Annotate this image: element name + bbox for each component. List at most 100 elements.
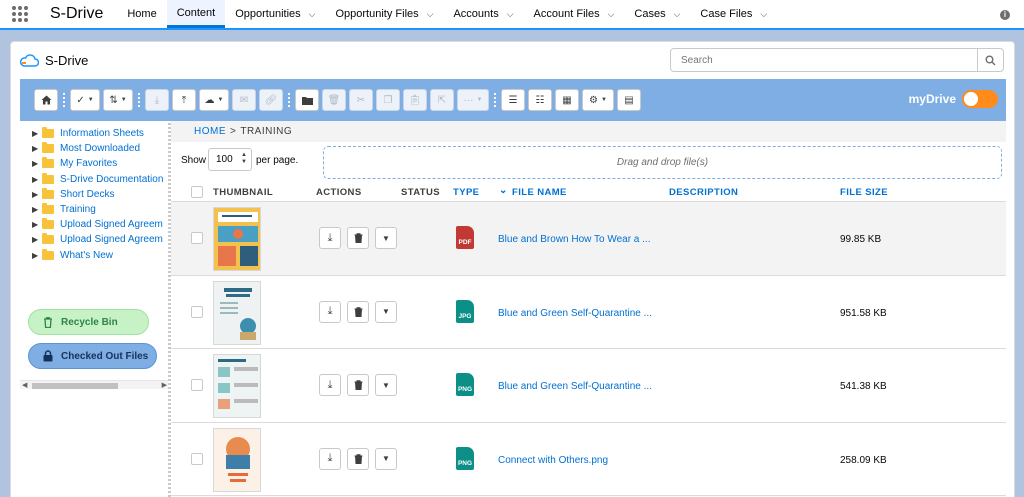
chevron-down-icon[interactable]: ⌵ bbox=[507, 9, 514, 20]
download-button[interactable]: ⤓ bbox=[145, 89, 169, 111]
table-row[interactable]: ⤓ ▼ PNG Connect with Others.png 258.09 KB bbox=[171, 423, 1006, 496]
row-more-menu-button[interactable]: ▼ bbox=[375, 374, 397, 396]
folder-tree-item[interactable]: ▶ What's New bbox=[20, 248, 168, 263]
folder-tree-item[interactable]: ▶ Short Decks bbox=[20, 187, 168, 202]
recycle-bin-button[interactable]: Recycle Bin bbox=[28, 309, 149, 335]
scrollbar-thumb[interactable] bbox=[32, 383, 118, 389]
nav-item-case-files[interactable]: Case Files ⌵ bbox=[690, 0, 777, 28]
more-actions-button[interactable]: ··· ▼ bbox=[457, 89, 489, 111]
page-size-stepper[interactable]: 100 ▲ ▼ bbox=[208, 148, 252, 171]
details-panel-button[interactable]: ▤ bbox=[617, 89, 641, 111]
settings-menu-button[interactable]: ⚙ ▼ bbox=[582, 89, 614, 111]
nav-item-opportunity-files[interactable]: Opportunity Files ⌵ bbox=[325, 0, 443, 28]
chevron-down-icon[interactable]: ⌵ bbox=[309, 9, 316, 20]
info-icon[interactable]: i bbox=[1000, 10, 1010, 20]
file-thumbnail[interactable] bbox=[213, 427, 261, 492]
cut-button[interactable]: ✂ bbox=[349, 89, 373, 111]
folder-tree-item[interactable]: ▶ Training bbox=[20, 202, 168, 217]
search-button[interactable] bbox=[977, 49, 1003, 71]
file-thumbnail[interactable] bbox=[213, 280, 261, 345]
nav-item-content[interactable]: Content bbox=[166, 0, 226, 28]
home-button[interactable] bbox=[34, 89, 58, 111]
row-download-button[interactable]: ⤓ bbox=[319, 227, 341, 249]
chevron-down-icon[interactable]: ⌵ bbox=[608, 9, 615, 20]
table-row[interactable]: ⤓ ▼ PNG Blue and Green Self-Quarantine ... 5… bbox=[171, 349, 1006, 423]
row-checkbox[interactable] bbox=[191, 232, 203, 244]
delete-button[interactable]: 🗑︎ bbox=[322, 89, 346, 111]
copy-button[interactable]: ❐ bbox=[376, 89, 400, 111]
file-name-link[interactable]: Connect with Others.png bbox=[498, 455, 608, 466]
file-thumbnail[interactable] bbox=[213, 354, 261, 418]
col-type[interactable]: TYPE bbox=[453, 187, 479, 198]
email-button[interactable]: ✉ bbox=[232, 89, 256, 111]
nav-item-opportunities[interactable]: Opportunities ⌵ bbox=[225, 0, 325, 28]
row-more-menu-button[interactable]: ▼ bbox=[375, 300, 397, 323]
row-more-menu-button[interactable]: ▼ bbox=[375, 227, 397, 249]
sidebar-horizontal-scrollbar[interactable]: ◀ ▶ bbox=[20, 380, 168, 389]
paste-button[interactable]: 📋︎ bbox=[403, 89, 427, 111]
file-name-link[interactable]: Blue and Green Self-Quarantine ... bbox=[498, 308, 652, 319]
folder-tree-item[interactable]: ▶ Information Sheets bbox=[20, 126, 168, 141]
search-input[interactable] bbox=[671, 54, 977, 66]
folder-tree-item[interactable]: ▶ S-Drive Documentation bbox=[20, 172, 168, 187]
link-button[interactable]: 🔗︎ bbox=[259, 89, 283, 111]
row-delete-button[interactable] bbox=[347, 374, 369, 396]
select-menu-button[interactable]: ✓ ▼ bbox=[70, 89, 100, 111]
grid-view-button[interactable]: ▦ bbox=[555, 89, 579, 111]
mydrive-toggle[interactable] bbox=[962, 90, 998, 108]
breadcrumb-home-link[interactable]: HOME bbox=[194, 126, 226, 137]
row-delete-button[interactable] bbox=[347, 447, 369, 470]
sort-menu-button[interactable]: ⇅ ▼ bbox=[103, 89, 133, 111]
row-delete-button[interactable] bbox=[347, 227, 369, 249]
nav-item-cases[interactable]: Cases ⌵ bbox=[624, 0, 690, 28]
table-row[interactable]: ⤓ ▼ JPG Blue and Green Self-Quarantine ... 9… bbox=[171, 276, 1006, 349]
expand-arrow-icon[interactable]: ▶ bbox=[32, 175, 42, 184]
file-name-link[interactable]: Blue and Brown How To Wear a ... bbox=[498, 234, 651, 245]
row-checkbox[interactable] bbox=[191, 305, 203, 318]
cloud-upload-menu-button[interactable]: ☁ ▼ bbox=[199, 89, 229, 111]
expand-arrow-icon[interactable]: ▶ bbox=[32, 190, 42, 199]
col-file-size[interactable]: FILE SIZE bbox=[840, 187, 888, 198]
folder-tree-item[interactable]: ▶ Upload Signed Agreem bbox=[20, 217, 168, 232]
chevron-down-icon[interactable]: ⌵ bbox=[760, 9, 767, 20]
new-folder-button[interactable] bbox=[295, 89, 319, 111]
list-view-button[interactable]: ☰ bbox=[501, 89, 525, 111]
row-download-button[interactable]: ⤓ bbox=[319, 300, 341, 323]
expand-arrow-icon[interactable]: ▶ bbox=[32, 129, 42, 138]
expand-arrow-icon[interactable]: ▶ bbox=[32, 159, 42, 168]
app-launcher-icon[interactable] bbox=[0, 0, 40, 28]
folder-tree-item[interactable]: ▶ My Favorites bbox=[20, 156, 168, 171]
col-file-name[interactable]: FILE NAME bbox=[512, 187, 567, 198]
chevron-down-icon[interactable]: ⌵ bbox=[427, 9, 434, 20]
checked-out-files-button[interactable]: Checked Out Files bbox=[28, 343, 157, 369]
nav-item-home[interactable]: Home bbox=[117, 0, 166, 28]
expand-arrow-icon[interactable]: ▶ bbox=[32, 220, 42, 229]
col-description[interactable]: DESCRIPTION bbox=[669, 187, 738, 198]
stepper-arrows-icon[interactable]: ▲ ▼ bbox=[241, 152, 247, 166]
select-all-checkbox[interactable] bbox=[191, 186, 203, 198]
file-name-link[interactable]: Blue and Green Self-Quarantine ... bbox=[498, 381, 652, 392]
upload-button[interactable]: ⤒ bbox=[172, 89, 196, 111]
expand-arrow-icon[interactable]: ▶ bbox=[32, 235, 42, 244]
row-checkbox[interactable] bbox=[191, 379, 203, 391]
expand-arrow-icon[interactable]: ▶ bbox=[32, 251, 42, 260]
chevron-down-icon[interactable]: ⌵ bbox=[674, 9, 681, 20]
folder-tree-item[interactable]: ▶ Most Downloaded bbox=[20, 141, 168, 156]
row-checkbox[interactable] bbox=[191, 452, 203, 465]
file-dropzone[interactable]: Drag and drop file(s) bbox=[323, 146, 1002, 179]
sort-desc-chevron-icon[interactable]: ⌄ bbox=[499, 185, 508, 196]
row-download-button[interactable]: ⤓ bbox=[319, 447, 341, 470]
scroll-right-arrow-icon[interactable]: ▶ bbox=[162, 381, 167, 389]
detail-view-button[interactable]: ☷ bbox=[528, 89, 552, 111]
folder-tree-item[interactable]: ▶ Upload Signed Agreem bbox=[20, 232, 168, 247]
row-more-menu-button[interactable]: ▼ bbox=[375, 447, 397, 470]
nav-item-account-files[interactable]: Account Files ⌵ bbox=[524, 0, 625, 28]
expand-arrow-icon[interactable]: ▶ bbox=[32, 144, 42, 153]
expand-arrow-icon[interactable]: ▶ bbox=[32, 205, 42, 214]
nav-item-accounts[interactable]: Accounts ⌵ bbox=[443, 0, 523, 28]
row-delete-button[interactable] bbox=[347, 300, 369, 323]
table-row[interactable]: ⤓ ▼ PDF Blue and Brown How To Wear a ... 99.… bbox=[171, 202, 1006, 276]
row-download-button[interactable]: ⤓ bbox=[319, 374, 341, 396]
scroll-left-arrow-icon[interactable]: ◀ bbox=[22, 381, 27, 389]
file-thumbnail[interactable] bbox=[213, 207, 261, 271]
